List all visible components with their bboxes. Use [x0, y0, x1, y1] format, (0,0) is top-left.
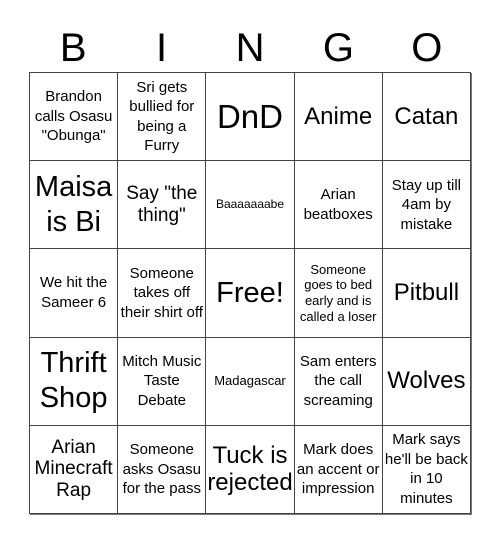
cell-label: Brandon calls Osasu "Obunga" — [34, 88, 113, 145]
bingo-cell[interactable]: Mark says he'll be back in 10 minutes — [382, 425, 471, 514]
bingo-cell[interactable]: Catan — [382, 73, 471, 162]
free-space-label: Free! — [216, 276, 284, 309]
cell-label: Arian Minecraft Rap — [34, 436, 113, 502]
bingo-board: Brandon calls Osasu "Obunga" Sri gets bu… — [29, 72, 471, 514]
cell-label: Anime — [304, 102, 373, 130]
cell-label: Someone asks Osasu for the pass — [122, 441, 201, 498]
cell-label: Catan — [394, 102, 459, 130]
cell-label: DnD — [216, 97, 283, 135]
bingo-cell[interactable]: Tuck is rejected — [206, 425, 295, 514]
bingo-cell[interactable]: Brandon calls Osasu "Obunga" — [30, 73, 119, 162]
cell-label: Someone takes off their shirt off — [120, 264, 203, 321]
bingo-cell[interactable]: Someone asks Osasu for the pass — [118, 425, 207, 514]
cell-label: Someone goes to bed early and is called … — [299, 261, 377, 324]
bingo-cell[interactable]: Wolves — [382, 337, 471, 426]
header-letter-o: O — [411, 26, 443, 70]
cell-label: Mitch Music Taste Debate — [122, 352, 202, 409]
cell-label: Mark says he'll be back in 10 minutes — [384, 431, 468, 507]
bingo-cell[interactable]: DnD — [206, 73, 295, 162]
bingo-cell[interactable]: Baaaaaaabe — [206, 161, 295, 250]
bingo-cell[interactable]: Someone goes to bed early and is called … — [294, 249, 383, 338]
cell-label: Sri gets bullied for being a Furry — [129, 78, 195, 155]
cell-label: Arian beatboxes — [303, 186, 373, 223]
cell-label: Tuck is rejected — [207, 441, 293, 497]
cell-label: Madagascar — [214, 373, 286, 389]
bingo-cell[interactable]: Arian beatboxes — [294, 161, 383, 250]
cell-label: Pitbull — [393, 279, 460, 307]
bingo-header: B I N G O — [29, 24, 471, 72]
bingo-cell[interactable]: We hit the Sameer 6 — [30, 249, 119, 338]
cell-label: Mark does an accent or impression — [296, 441, 380, 498]
bingo-cell[interactable]: Mitch Music Taste Debate — [118, 337, 207, 426]
bingo-cell[interactable]: Mark does an accent or impression — [294, 425, 383, 514]
cell-label: We hit the Sameer 6 — [39, 274, 108, 311]
cell-label: Baaaaaaabe — [215, 196, 285, 211]
cell-label: Wolves — [387, 367, 466, 395]
cell-label: Stay up till 4am by mistake — [391, 176, 461, 233]
bingo-cell[interactable]: Sri gets bullied for being a Furry — [118, 73, 207, 162]
free-space-cell[interactable]: Free! — [206, 249, 295, 338]
header-letter-g: G — [322, 26, 354, 70]
header-letter-i: I — [156, 26, 168, 70]
header-letter-b: B — [59, 26, 87, 70]
bingo-cell[interactable]: Stay up till 4am by mistake — [382, 161, 471, 250]
bingo-cell[interactable]: Thrift Shop — [30, 337, 119, 426]
bingo-cell[interactable]: Madagascar — [206, 337, 295, 426]
bingo-cell[interactable]: Pitbull — [382, 249, 471, 338]
cell-label: Thrift Shop — [39, 347, 108, 415]
bingo-cell[interactable]: Say "the thing" — [118, 161, 207, 250]
cell-label: Say "the thing" — [126, 182, 198, 226]
bingo-cell[interactable]: Maisa is Bi — [30, 161, 119, 250]
header-letter-n: N — [235, 26, 265, 70]
bingo-cell[interactable]: Anime — [294, 73, 383, 162]
cell-label: Maisa is Bi — [34, 170, 113, 238]
bingo-cell[interactable]: Sam enters the call screaming — [294, 337, 383, 426]
bingo-cell[interactable]: Someone takes off their shirt off — [118, 249, 207, 338]
bingo-cell[interactable]: Arian Minecraft Rap — [30, 425, 119, 514]
cell-label: Sam enters the call screaming — [299, 352, 377, 409]
